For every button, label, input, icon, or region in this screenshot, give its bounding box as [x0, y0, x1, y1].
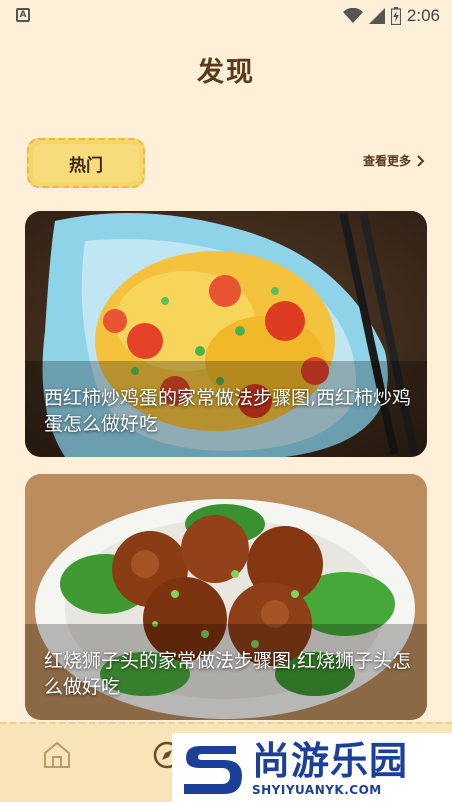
view-more-link[interactable]: 查看更多	[363, 152, 425, 169]
status-time: 2:06	[406, 6, 440, 25]
chevron-right-icon	[417, 154, 425, 167]
watermark-sub: SHYIYUANYK.COM	[252, 782, 382, 797]
recipe-title: 西红柿炒鸡蛋的家常做法步骤图,西红柿炒鸡蛋怎么做好吃	[44, 387, 412, 435]
watermark-main: 尚游乐园	[252, 738, 409, 783]
page-title: 发现	[197, 57, 255, 88]
watermark-text: 尚游乐园 SHYIYUANYK.COM	[252, 739, 408, 797]
site-watermark: 尚游乐园 SHYIYUANYK.COM	[172, 733, 452, 802]
wifi-icon	[342, 8, 363, 23]
recipe-title: 红烧狮子头的家常做法步骤图,红烧狮子头怎么做好吃	[44, 650, 412, 698]
recipe-card[interactable]: 红烧狮子头的家常做法步骤图,红烧狮子头怎么做好吃	[25, 474, 427, 720]
hot-section-badge[interactable]: 热门	[27, 138, 145, 188]
status-bar: A 2:06	[0, 0, 452, 32]
recipe-card[interactable]: 西红柿炒鸡蛋的家常做法步骤图,西红柿炒鸡蛋怎么做好吃	[25, 211, 427, 457]
battery-icon	[390, 7, 401, 25]
hot-section-label: 热门	[69, 155, 103, 176]
status-icons: 2:06	[342, 5, 440, 27]
signal-icon	[368, 8, 385, 24]
app-notification-icon: A	[16, 8, 30, 22]
watermark-logo-icon	[184, 745, 242, 794]
home-icon[interactable]	[40, 738, 74, 772]
view-more-label: 查看更多	[362, 154, 411, 168]
